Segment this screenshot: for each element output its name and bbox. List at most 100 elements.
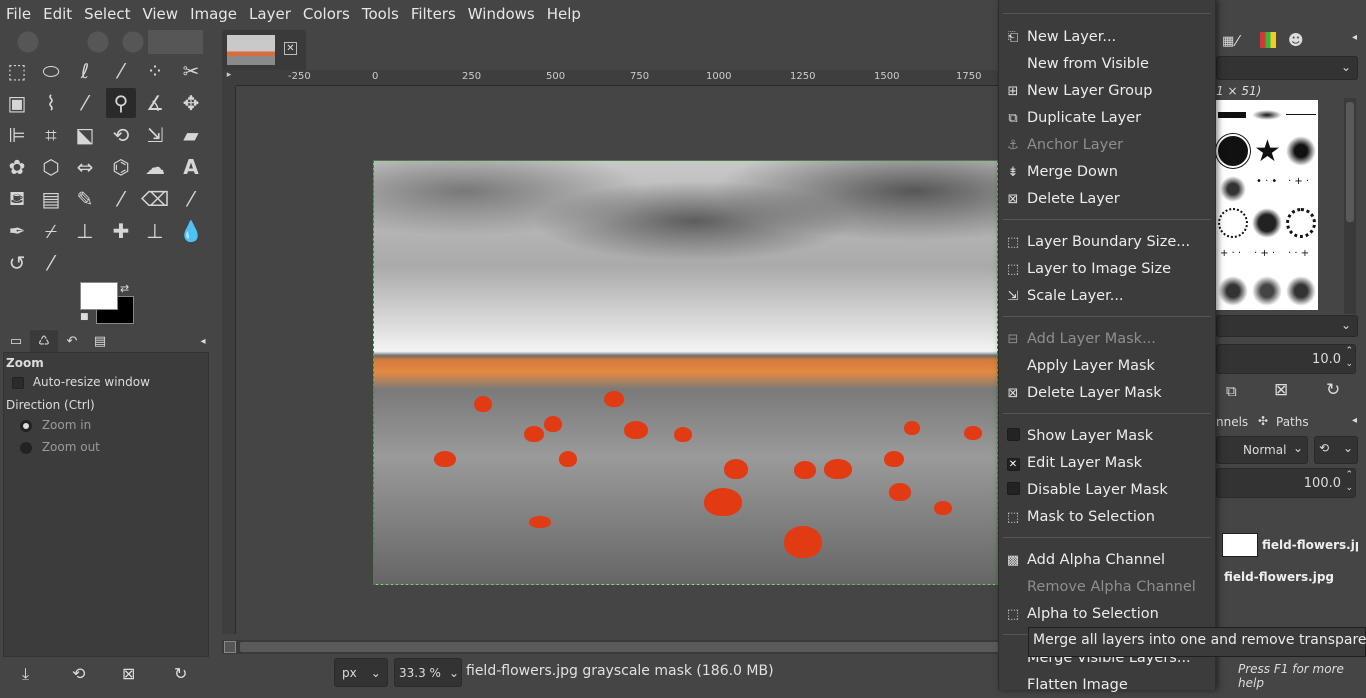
- menu-filters[interactable]: Filters: [405, 5, 462, 23]
- menu-item-new-layer-group[interactable]: ⊞ New Layer Group: [999, 78, 1215, 104]
- palette-tab-icon[interactable]: [1260, 32, 1276, 48]
- delete-brush-icon[interactable]: ⊠: [1274, 380, 1288, 400]
- menu-layer[interactable]: Layer: [243, 5, 297, 23]
- ruler-corner-icon[interactable]: ▸: [222, 70, 236, 86]
- unified-transform-icon[interactable]: ⬕: [70, 120, 100, 150]
- scissors-icon[interactable]: ✂: [176, 56, 206, 86]
- delete-options-icon[interactable]: ⊠: [122, 664, 135, 683]
- configure-tab-icon[interactable]: ◂: [1352, 415, 1357, 426]
- images-tab-icon[interactable]: ▤: [86, 330, 114, 352]
- menu-item-mask-to-selection[interactable]: ⬚ Mask to Selection: [999, 504, 1215, 530]
- menu-item-edit-layer-mask[interactable]: ✕ Edit Layer Mask: [999, 450, 1215, 476]
- menu-view[interactable]: View: [136, 5, 184, 23]
- move-icon[interactable]: ✥: [176, 88, 206, 118]
- 3d-transform-icon[interactable]: ⬡: [36, 152, 66, 182]
- menu-tools[interactable]: Tools: [356, 5, 405, 23]
- menu-colors[interactable]: Colors: [297, 5, 356, 23]
- scrollbar-thumb[interactable]: [240, 642, 1000, 652]
- zoom-tool-icon[interactable]: ⚲: [106, 88, 136, 118]
- refresh-brushes-icon[interactable]: ↻: [1326, 380, 1340, 400]
- perspective-clone-icon[interactable]: ⊥: [140, 216, 170, 246]
- foreground-select-icon[interactable]: ▣: [2, 88, 32, 118]
- menu-item-flatten-image[interactable]: Flatten Image: [999, 672, 1215, 698]
- warp-icon[interactable]: ✿: [2, 152, 32, 182]
- menu-item-disable-layer-mask[interactable]: Disable Layer Mask: [999, 477, 1215, 503]
- menu-item-add-layer-mask[interactable]: ⊟ Add Layer Mask...: [999, 326, 1215, 352]
- menu-item-delete-layer[interactable]: ⊠ Delete Layer: [999, 186, 1215, 212]
- swap-colors-icon[interactable]: ⇄: [120, 282, 129, 295]
- ellipse-select-icon[interactable]: ⬭: [36, 56, 66, 86]
- ink-icon[interactable]: ✒: [2, 216, 32, 246]
- zoom-out-radio[interactable]: [20, 441, 32, 454]
- eraser-icon[interactable]: ⌫: [140, 184, 170, 214]
- layer-row[interactable]: field-flowers.jpg: [1216, 530, 1366, 560]
- gradient-icon[interactable]: ▤: [36, 184, 66, 214]
- color-picker-icon[interactable]: ⁄: [70, 88, 100, 118]
- unit-select[interactable]: px ⌄: [334, 658, 388, 687]
- menu-image[interactable]: Image: [184, 5, 243, 23]
- menu-item-layer-to-image-size[interactable]: ⬚ Layer to Image Size: [999, 256, 1215, 282]
- menu-item-remove-alpha-channel[interactable]: Remove Alpha Channel: [999, 574, 1215, 600]
- menu-file[interactable]: File: [0, 5, 37, 23]
- align-icon[interactable]: ⊫: [2, 120, 32, 150]
- edit-mask-checkbox[interactable]: ✕: [1006, 457, 1020, 471]
- brush-scrollbar[interactable]: [1344, 98, 1356, 314]
- show-mask-checkbox[interactable]: [1006, 427, 1020, 441]
- close-tab-icon[interactable]: ✕: [284, 42, 297, 55]
- spin-down-icon[interactable]: ⌄: [1345, 359, 1353, 369]
- dodge-burn-icon[interactable]: ↺: [2, 248, 32, 278]
- zoom-in-radio[interactable]: [20, 419, 32, 432]
- spacing-spinbutton[interactable]: 10.0 ⌃ ⌄: [1216, 344, 1356, 374]
- opacity-spinbutton[interactable]: 100.0 ⌃ ⌄: [1216, 468, 1356, 498]
- menu-item-alpha-to-selection[interactable]: ⬚ Alpha to Selection: [999, 601, 1215, 627]
- duplicate-brush-icon[interactable]: ⧉: [1226, 382, 1237, 400]
- airbrush-icon[interactable]: ⁄: [176, 184, 206, 214]
- select-by-color-icon[interactable]: ⁘: [140, 56, 170, 86]
- image-tab[interactable]: ✕: [222, 30, 306, 70]
- menu-item-layer-boundary-size[interactable]: ⬚ Layer Boundary Size...: [999, 229, 1215, 255]
- menu-item-scale-layer[interactable]: ⇲ Scale Layer...: [999, 283, 1215, 309]
- menu-item-delete-layer-mask[interactable]: ⊠ Delete Layer Mask: [999, 380, 1215, 406]
- measure-icon[interactable]: ∡: [140, 88, 170, 118]
- zoom-select[interactable]: 33.3 % ⌄: [394, 658, 462, 687]
- fuzzy-select-icon[interactable]: ⁄: [106, 56, 136, 86]
- auto-resize-checkbox[interactable]: [12, 376, 24, 389]
- shear-icon[interactable]: ▰: [176, 120, 206, 150]
- smudge-icon[interactable]: 💧: [176, 216, 206, 246]
- zoom-in-option[interactable]: Zoom in: [20, 418, 91, 432]
- paths-icon[interactable]: ⌇: [36, 88, 66, 118]
- menu-item-apply-layer-mask[interactable]: Apply Layer Mask: [999, 353, 1215, 379]
- menu-item-merge-down[interactable]: ⇟ Merge Down: [999, 159, 1215, 185]
- device-status-tab-icon[interactable]: ♺: [30, 330, 58, 352]
- layer-row[interactable]: field-flowers.jpg: [1216, 562, 1366, 592]
- menu-help[interactable]: Help: [541, 5, 587, 23]
- brush-tab-icon[interactable]: ⁄: [1236, 32, 1239, 50]
- menu-item-new-layer[interactable]: ⎗ New Layer...: [999, 24, 1215, 50]
- scrollbar-thumb[interactable]: [1346, 102, 1354, 222]
- zoom-out-option[interactable]: Zoom out: [20, 440, 100, 454]
- pattern-tab-icon[interactable]: ▦: [1222, 34, 1234, 49]
- brush-grid[interactable]: ★ • · • · + · + · · · + · · · +: [1216, 100, 1318, 310]
- seamless-clone-icon[interactable]: ☁: [140, 152, 170, 182]
- menu-item-new-from-visible[interactable]: New from Visible: [999, 51, 1215, 77]
- horizontal-scrollbar[interactable]: [222, 640, 1000, 654]
- navigate-icon[interactable]: [224, 641, 236, 653]
- configure-tab-icon[interactable]: ◂: [196, 330, 210, 352]
- brush-preset-select[interactable]: ⌄: [1216, 315, 1358, 337]
- tab-paths[interactable]: Paths: [1276, 415, 1309, 429]
- menu-windows[interactable]: Windows: [462, 5, 541, 23]
- cage-transform-icon[interactable]: ⌬: [106, 152, 136, 182]
- layer-mask-thumbnail[interactable]: [1222, 533, 1258, 557]
- composite-mode-select[interactable]: ⟲ ⌄: [1314, 436, 1358, 464]
- menu-item-anchor-layer[interactable]: ⚓ Anchor Layer: [999, 132, 1215, 158]
- pencil-icon[interactable]: ✎: [70, 184, 100, 214]
- menu-edit[interactable]: Edit: [37, 5, 78, 23]
- auto-resize-option[interactable]: Auto-resize window: [12, 375, 150, 389]
- tab-channels[interactable]: nnels: [1216, 415, 1248, 429]
- configure-tab-icon[interactable]: ◂: [1352, 32, 1357, 43]
- text-tool-icon[interactable]: A: [176, 152, 206, 182]
- blur-sharpen-icon[interactable]: ⁄: [36, 248, 66, 278]
- disable-mask-checkbox[interactable]: [1006, 481, 1020, 495]
- paths-tab-icon[interactable]: ✣: [1258, 414, 1268, 428]
- default-colors-icon[interactable]: ■: [80, 312, 89, 322]
